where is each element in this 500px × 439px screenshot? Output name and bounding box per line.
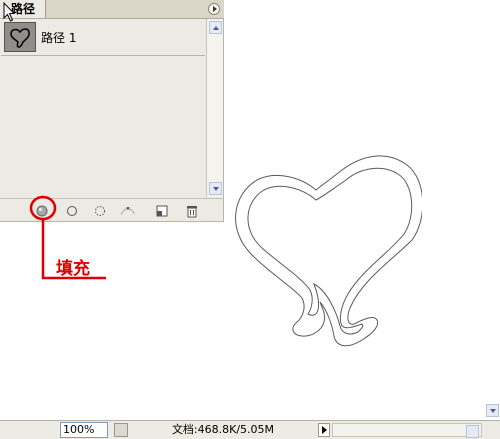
chevron-down-icon <box>213 187 219 191</box>
status-menu-button[interactable] <box>318 423 330 437</box>
document-size-info: 文档:468.8K/5.05M <box>171 423 275 436</box>
canvas-horizontal-scrollbar[interactable] <box>332 423 482 438</box>
panel-vertical-scrollbar[interactable] <box>206 19 223 197</box>
scroll-right-button[interactable] <box>466 425 479 438</box>
make-work-path-icon[interactable] <box>120 203 136 219</box>
canvas-scroll-down-button[interactable] <box>486 404 499 417</box>
panel-menu-button[interactable] <box>208 3 220 15</box>
delete-path-icon[interactable] <box>184 203 200 219</box>
chevron-down-icon <box>490 409 496 413</box>
chevron-up-icon <box>213 26 219 30</box>
scroll-down-button[interactable] <box>209 182 222 195</box>
status-bar: 100% 文档:468.8K/5.05M <box>0 420 500 439</box>
new-path-icon[interactable] <box>154 203 170 219</box>
canvas-heart-path <box>235 155 422 347</box>
scroll-up-button[interactable] <box>209 21 222 34</box>
callout-circle <box>29 195 57 221</box>
zoom-level-field[interactable]: 100% <box>60 422 108 438</box>
status-info-icon[interactable] <box>114 423 128 437</box>
fill-callout-annotation <box>29 195 106 280</box>
callout-label: 填充 <box>56 259 90 279</box>
